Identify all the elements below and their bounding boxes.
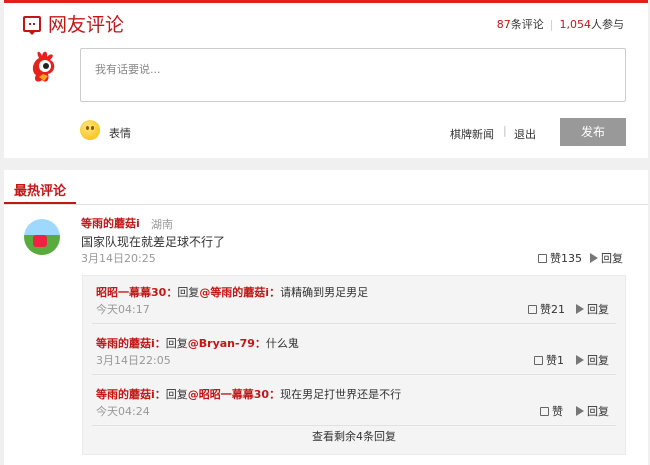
reply-icon (576, 304, 584, 314)
reply-item: 等雨的蘑菇i：回复@昭昭一幕幕30：现在男足打世界还是不行 (96, 388, 402, 401)
reply-icon (576, 406, 584, 416)
reply-button[interactable]: 回复 (576, 352, 609, 368)
emoji-icon[interactable] (80, 120, 100, 140)
comment-username[interactable]: 等雨的蘑菇i (81, 215, 140, 231)
divider (92, 323, 616, 324)
reply-button[interactable]: 回复 (576, 301, 609, 317)
site-link[interactable]: 棋牌新闻 (450, 126, 494, 142)
separator: | (503, 124, 507, 137)
divider (4, 204, 648, 205)
comment-time: 3月14日20:25 (81, 252, 156, 265)
logout-link[interactable]: 退出 (514, 126, 536, 142)
divider (92, 425, 616, 426)
comment-location: 湖南 (151, 218, 173, 231)
publish-button[interactable]: 发布 (560, 118, 626, 146)
like-button[interactable]: 赞135 (538, 250, 582, 266)
title-underline (4, 202, 76, 204)
reply-button[interactable]: 回复 (590, 250, 623, 266)
section-title: 网友评论 (48, 14, 125, 36)
reply-target[interactable]: @等雨的蘑菇i (199, 286, 269, 299)
participant-unit: 人参与 (591, 18, 624, 31)
reply-item: 昭昭一幕幕30：回复@等雨的蘑菇i：请精确到男足男足 (96, 286, 369, 299)
thumb-icon (538, 254, 547, 263)
reply-icon (590, 253, 598, 263)
like-button[interactable]: 赞21 (528, 301, 565, 317)
reply-icon (576, 355, 584, 365)
participant-count: 1,054 (559, 18, 592, 31)
comment-text: 国家队现在就差足球不行了 (81, 235, 226, 249)
avatar[interactable] (24, 219, 60, 255)
divider (92, 374, 616, 375)
reply-author[interactable]: 等雨的蘑菇i (96, 337, 155, 350)
comment-bubble-icon (23, 16, 41, 35)
more-replies-link[interactable]: 查看剩余4条回复 (82, 428, 626, 444)
thumb-icon (540, 407, 549, 416)
like-button[interactable]: 赞1 (534, 352, 564, 368)
reply-time: 今天04:24 (96, 405, 150, 418)
site-logo-icon (30, 50, 60, 86)
comment-input[interactable]: 我有话要说... (80, 48, 626, 102)
reply-button[interactable]: 回复 (576, 403, 609, 419)
like-button[interactable]: 赞 (540, 403, 563, 419)
comment-stats: 87条评论 | 1,054人参与 (496, 18, 624, 31)
reply-target[interactable]: @昭昭一幕幕30 (188, 388, 269, 401)
reply-target[interactable]: @Bryan-79 (188, 337, 255, 350)
thumb-icon (528, 305, 537, 314)
reply-time: 3月14日22:05 (96, 354, 171, 367)
reply-author[interactable]: 昭昭一幕幕30 (96, 286, 166, 299)
reply-item: 等雨的蘑菇i：回复@Bryan-79：什么鬼 (96, 337, 299, 350)
thumb-icon (534, 356, 543, 365)
reply-time: 今天04:17 (96, 303, 150, 316)
emoji-label[interactable]: 表情 (109, 125, 131, 141)
comment-count[interactable]: 87 (497, 18, 511, 31)
comment-unit[interactable]: 条评论 (511, 18, 544, 31)
hot-comments-title: 最热评论 (14, 184, 67, 199)
reply-author[interactable]: 等雨的蘑菇i (96, 388, 155, 401)
